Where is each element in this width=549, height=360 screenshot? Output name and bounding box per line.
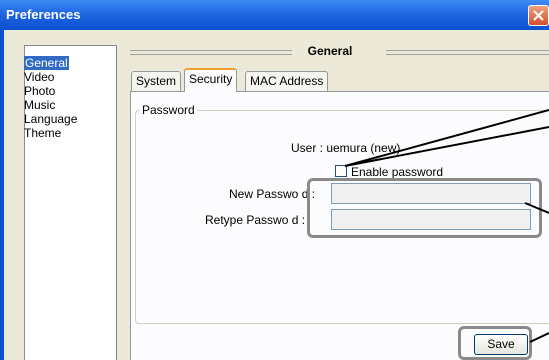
callout-line-checkbox-2 bbox=[344, 126, 549, 167]
callout-lines bbox=[344, 109, 549, 343]
tab-security[interactable]: Security bbox=[184, 68, 238, 92]
callout-line-save bbox=[529, 332, 549, 343]
preferences-window: Preferences General Video Photo Music La… bbox=[0, 0, 549, 360]
callout-line-checkbox-1 bbox=[344, 109, 549, 167]
callout-line-fields bbox=[524, 202, 549, 214]
